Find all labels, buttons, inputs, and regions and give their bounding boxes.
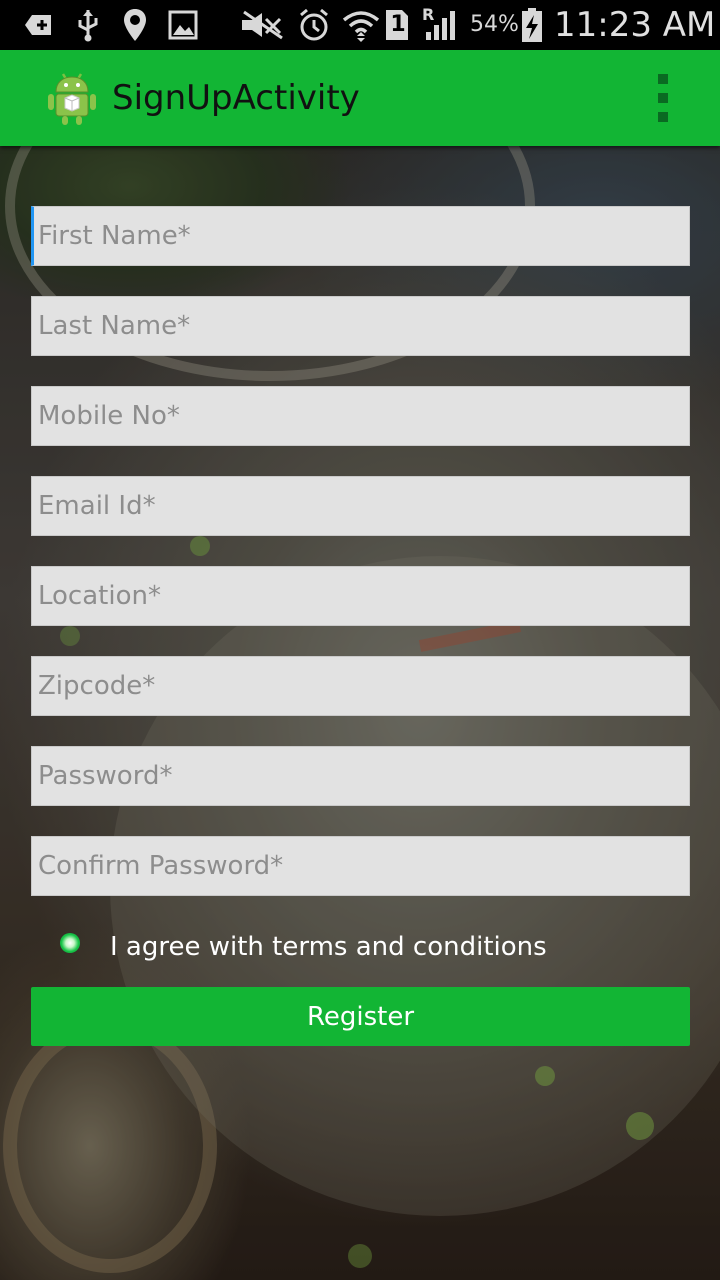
terms-radio-button[interactable] [60,933,80,953]
password-input[interactable] [31,746,690,806]
mobile-number-input[interactable] [31,386,690,446]
battery-percent: 54% [470,12,519,37]
email-input[interactable] [31,476,690,536]
usb-icon [76,0,100,50]
sim-slot-number: 1 [390,12,406,37]
clock: 11:23 AM [554,5,716,45]
signal-icon [422,0,460,50]
last-name-input[interactable] [31,296,690,356]
battery-charging-icon [520,0,544,50]
zipcode-input[interactable] [31,656,690,716]
android-icon [46,70,98,126]
terms-label: I agree with terms and conditions [110,932,547,962]
alarm-icon [298,0,330,50]
register-button[interactable]: Register [31,987,690,1046]
mute-icon [240,0,286,50]
wifi-icon [342,0,380,50]
status-bar: 1 R 54% 11:23 AM [0,0,720,50]
location-icon [122,0,148,50]
gallery-icon [168,0,198,50]
overflow-menu-icon[interactable] [648,74,678,122]
confirm-password-input[interactable] [31,836,690,896]
first-name-input[interactable] [31,206,690,266]
terms-agreement[interactable]: I agree with terms and conditions [60,928,660,966]
activity-title: SignUpActivity [112,78,360,118]
action-bar: SignUpActivity [0,50,720,146]
location-input[interactable] [31,566,690,626]
add-notification-icon [24,0,54,50]
